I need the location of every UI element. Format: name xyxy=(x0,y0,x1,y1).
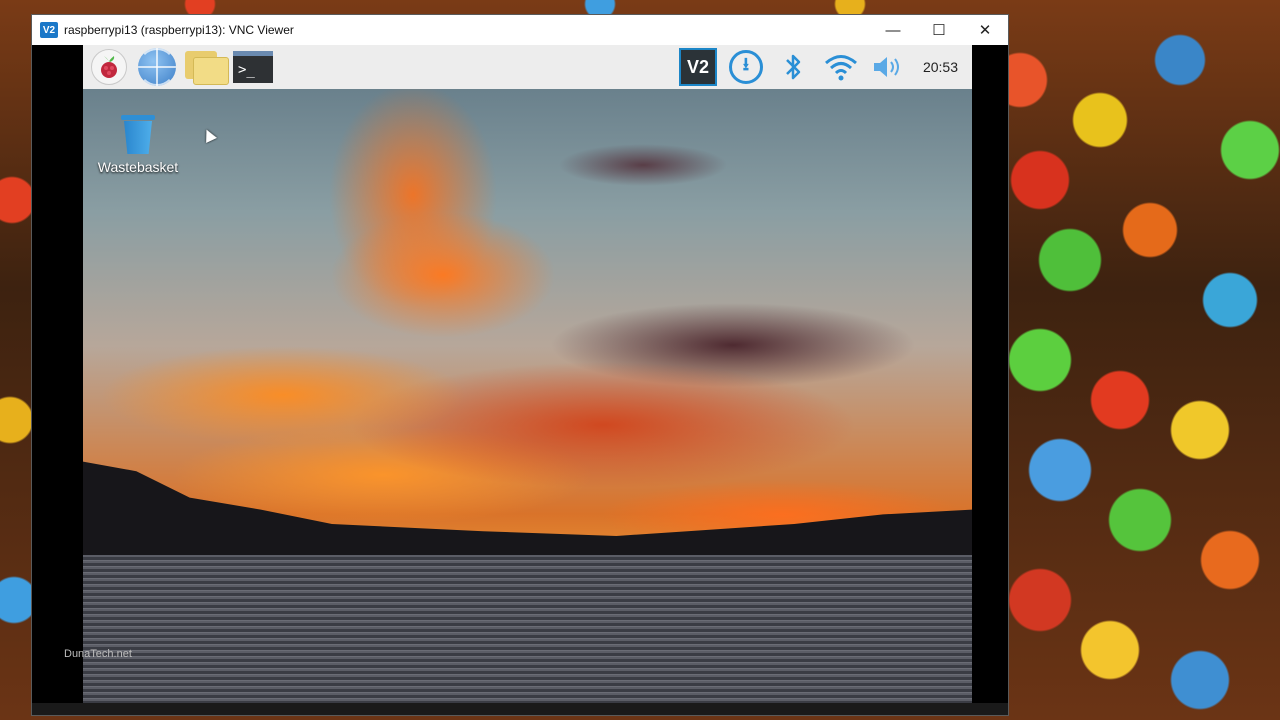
terminal-button[interactable]: >_ xyxy=(233,47,273,87)
wallpaper-sea xyxy=(83,555,972,715)
desktop-icon-label: Wastebasket xyxy=(97,159,179,175)
system-tray: V2 ⭳ 20:53 xyxy=(678,48,958,86)
wifi-icon[interactable] xyxy=(823,49,859,85)
web-browser-button[interactable] xyxy=(137,47,177,87)
vnc-logo-icon: V2 xyxy=(40,22,58,38)
trash-icon xyxy=(121,115,155,155)
clock[interactable]: 20:53 xyxy=(923,59,958,75)
watermark: DunaTech.net xyxy=(64,648,132,660)
raspberry-menu-button[interactable] xyxy=(89,47,129,87)
vnc-server-icon[interactable]: V2 xyxy=(678,48,717,86)
desktop-icon-wastebasket[interactable]: Wastebasket xyxy=(93,115,183,175)
window-title: raspberrypi13 (raspberrypi13): VNC Viewe… xyxy=(64,23,294,37)
maximize-button[interactable]: ☐ xyxy=(916,15,962,45)
window-controls: — ☐ ✕ xyxy=(870,15,1008,45)
close-button[interactable]: ✕ xyxy=(962,15,1008,45)
updates-download-icon[interactable]: ⭳ xyxy=(728,50,763,84)
globe-icon xyxy=(138,48,176,86)
remote-desktop[interactable]: >_ V2 ⭳ 20:53 Wastebasket xyxy=(83,45,972,715)
window-titlebar[interactable]: V2 raspberrypi13 (raspberrypi13): VNC Vi… xyxy=(32,15,1008,45)
window-bottom-bar xyxy=(32,703,1008,715)
bluetooth-icon[interactable] xyxy=(775,49,811,85)
vnc-viewer-window[interactable]: V2 raspberrypi13 (raspberrypi13): VNC Vi… xyxy=(32,15,1008,715)
file-manager-button[interactable] xyxy=(185,47,229,87)
launcher-group: >_ xyxy=(89,47,273,87)
pi-taskbar: >_ V2 ⭳ 20:53 xyxy=(83,45,972,89)
volume-icon[interactable] xyxy=(871,49,907,85)
minimize-button[interactable]: — xyxy=(870,15,916,45)
terminal-icon: >_ xyxy=(233,51,273,83)
raspberry-pi-icon xyxy=(91,49,127,85)
folder-icon xyxy=(185,51,229,85)
